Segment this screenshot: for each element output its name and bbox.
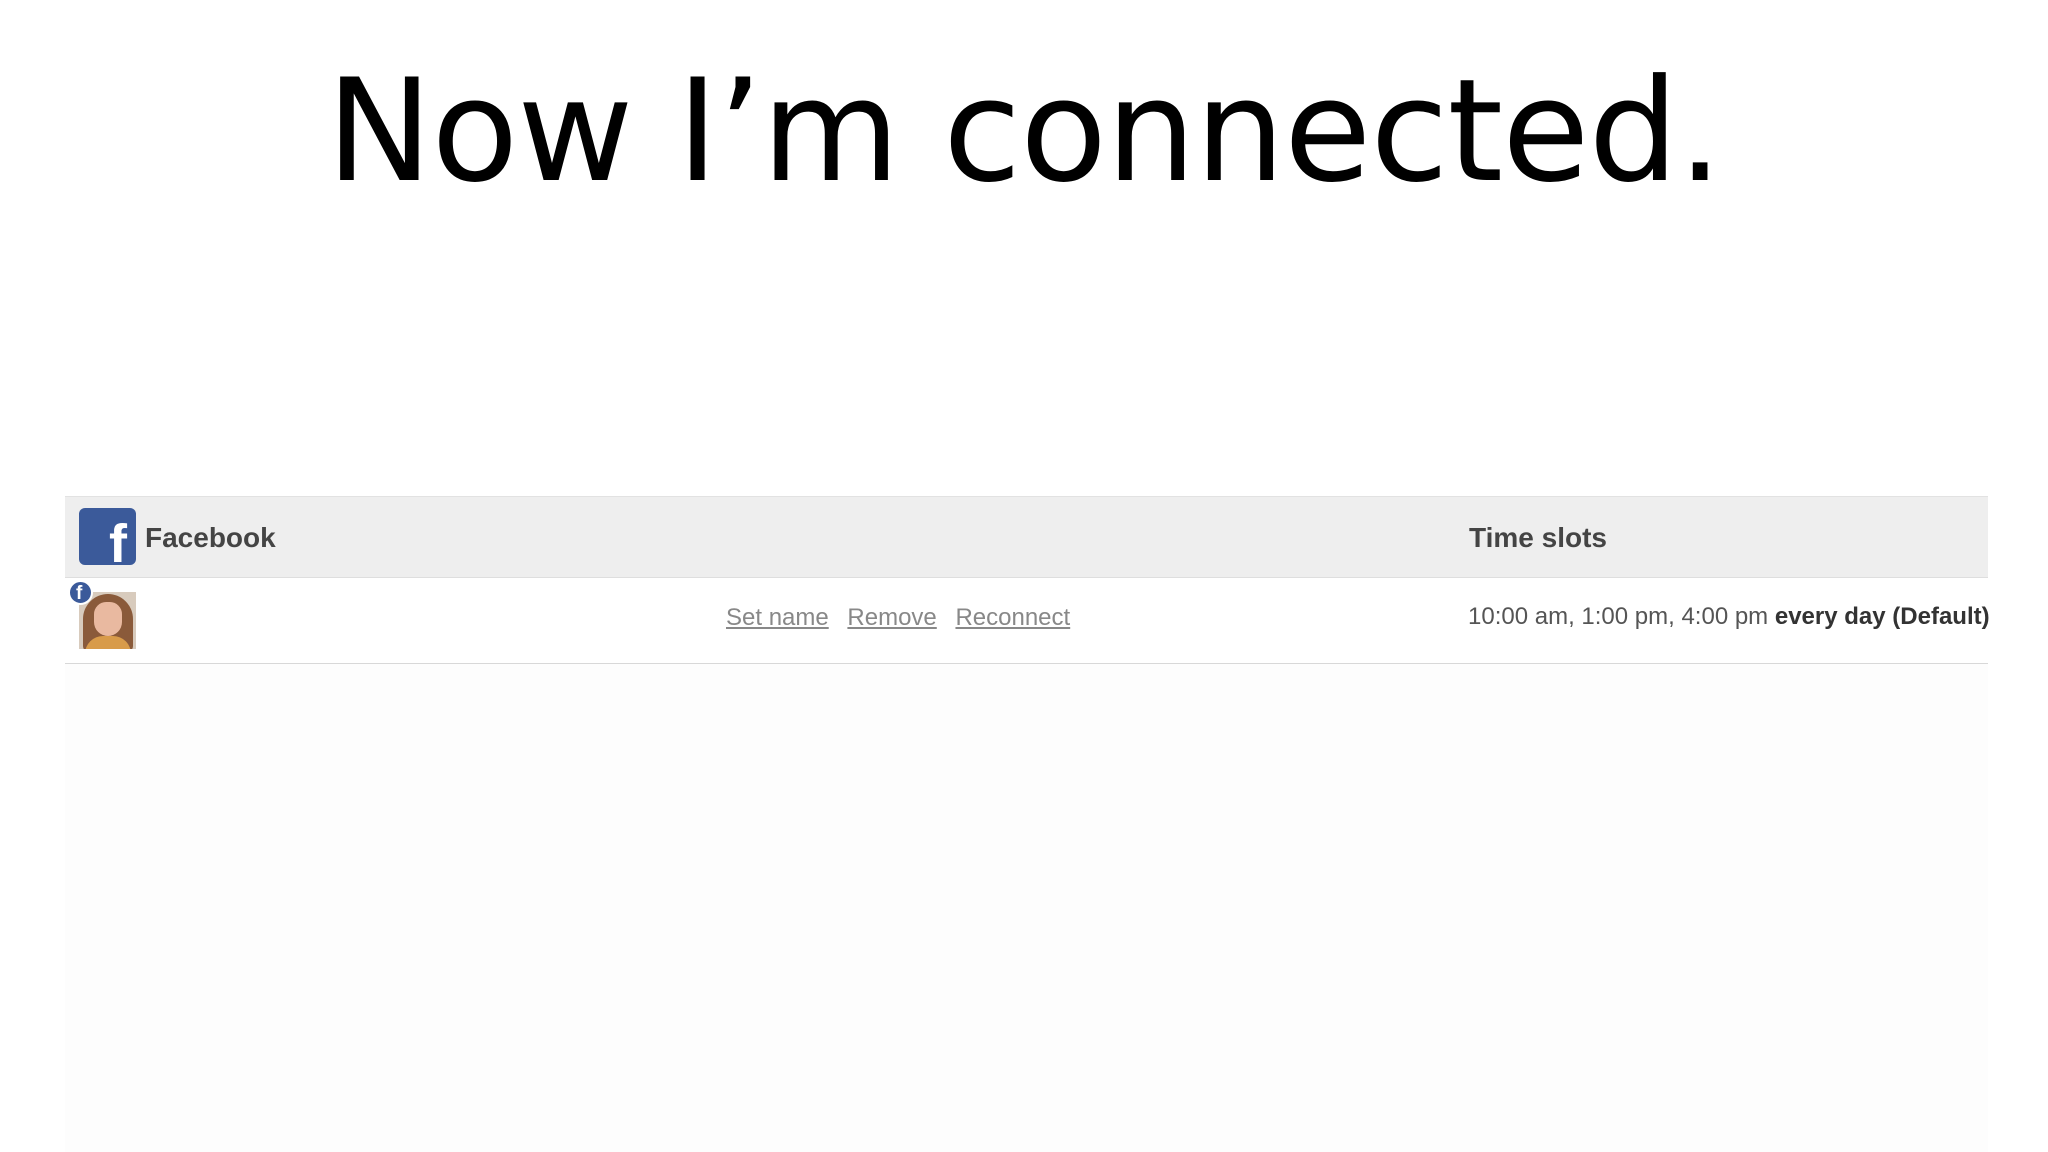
service-name: Facebook	[145, 522, 276, 553]
facebook-badge-glyph: f	[76, 583, 83, 604]
time-slots-times: 10:00 am, 1:00 pm, 4:00 pm	[1468, 603, 1769, 630]
time-slots-value: 10:00 am, 1:00 pm, 4:00 pm every day (De…	[1468, 602, 1990, 632]
slide-title: Now I’m connected.	[326, 49, 1723, 214]
service-header-row: f Facebook Time slots	[65, 496, 1988, 578]
time-slots-header: Time slots	[1469, 522, 1607, 553]
facebook-logo-glyph: f	[109, 514, 127, 565]
reconnect-link[interactable]: Reconnect	[955, 604, 1070, 631]
time-slots-frequency: every day (Default)	[1774, 603, 1990, 630]
connected-accounts-panel: f Facebook Time slots f Set name Remove …	[65, 496, 1990, 1152]
facebook-badge-icon: f	[68, 580, 93, 605]
account-actions: Set name Remove Reconnect	[726, 603, 1082, 633]
set-name-link[interactable]: Set name	[726, 604, 829, 631]
facebook-icon: f	[79, 508, 136, 565]
account-row: f Set name Remove Reconnect 10:00 am, 1:…	[65, 578, 1990, 664]
remove-link[interactable]: Remove	[847, 604, 936, 631]
